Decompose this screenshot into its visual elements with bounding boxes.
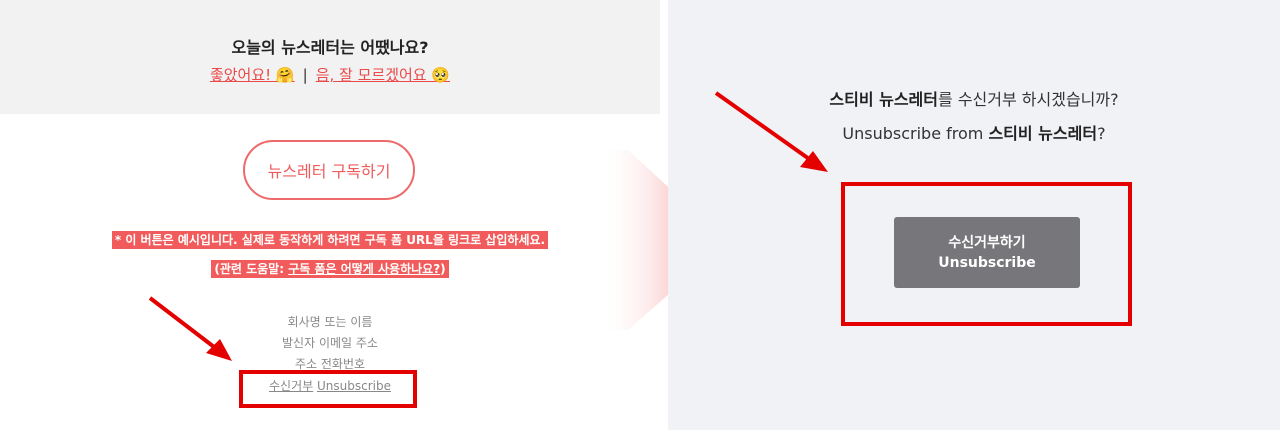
- feedback-section: 오늘의 뉴스레터는 어땠나요? 좋았어요! 🤗 | 음, 잘 모르겠어요 🥺: [0, 0, 660, 114]
- footer-company: 회사명 또는 이름: [287, 315, 373, 329]
- newsletter-name-en: 스티비 뉴스레터: [988, 124, 1098, 143]
- unsubscribe-button[interactable]: 수신거부하기 Unsubscribe: [894, 217, 1080, 288]
- notice-help: (관련 도움말: 구독 폼은 어떻게 사용하나요?): [211, 260, 449, 278]
- newsletter-name: 스티비 뉴스레터: [829, 90, 939, 109]
- feedback-question: 오늘의 뉴스레터는 어땠나요?: [231, 38, 429, 57]
- notice-help-link[interactable]: 구독 폼은 어떻게 사용하나요?: [288, 262, 440, 276]
- notice-line-1: * 이 버튼은 예시입니다. 실제로 동작하게 하려면 구독 폼 URL을 링크…: [0, 229, 660, 249]
- confirm-question-en-prefix: Unsubscribe from: [842, 124, 989, 143]
- feedback-answers: 좋았어요! 🤗 | 음, 잘 모르겠어요 🥺: [0, 64, 660, 85]
- unsubscribe-button-ko: 수신거부하기: [948, 234, 1026, 251]
- highlight-frame-footer: [239, 370, 417, 408]
- arrow-icon: [148, 296, 232, 361]
- notice-help-suffix: ): [440, 262, 446, 276]
- feedback-separator: |: [302, 66, 308, 84]
- confirm-question-ko-rest: 를 수신거부 하시겠습니까?: [938, 90, 1119, 109]
- subscribe-button[interactable]: 뉴스레터 구독하기: [243, 140, 415, 200]
- unsubscribe-confirm-panel: 스티비 뉴스레터를 수신거부 하시겠습니까? Unsubscribe from …: [668, 0, 1280, 430]
- notice-text: * 이 버튼은 예시입니다. 실제로 동작하게 하려면 구독 폼 URL을 링크…: [111, 231, 549, 249]
- feedback-unsure-link[interactable]: 음, 잘 모르겠어요 🥺: [316, 66, 450, 84]
- feedback-good-link[interactable]: 좋았어요! 🤗: [210, 66, 295, 84]
- notice-help-prefix: (관련 도움말:: [214, 262, 289, 276]
- footer-sender-email: 발신자 이메일 주소: [282, 336, 378, 350]
- confirm-question-en-suffix: ?: [1097, 124, 1106, 143]
- notice-line-2: (관련 도움말: 구독 폼은 어떻게 사용하나요?): [0, 258, 660, 278]
- newsletter-preview-panel: 오늘의 뉴스레터는 어땠나요? 좋았어요! 🤗 | 음, 잘 모르겠어요 🥺 뉴스레…: [0, 0, 660, 430]
- arrow-icon-right: [714, 91, 828, 172]
- unsubscribe-button-en: Unsubscribe: [938, 254, 1036, 271]
